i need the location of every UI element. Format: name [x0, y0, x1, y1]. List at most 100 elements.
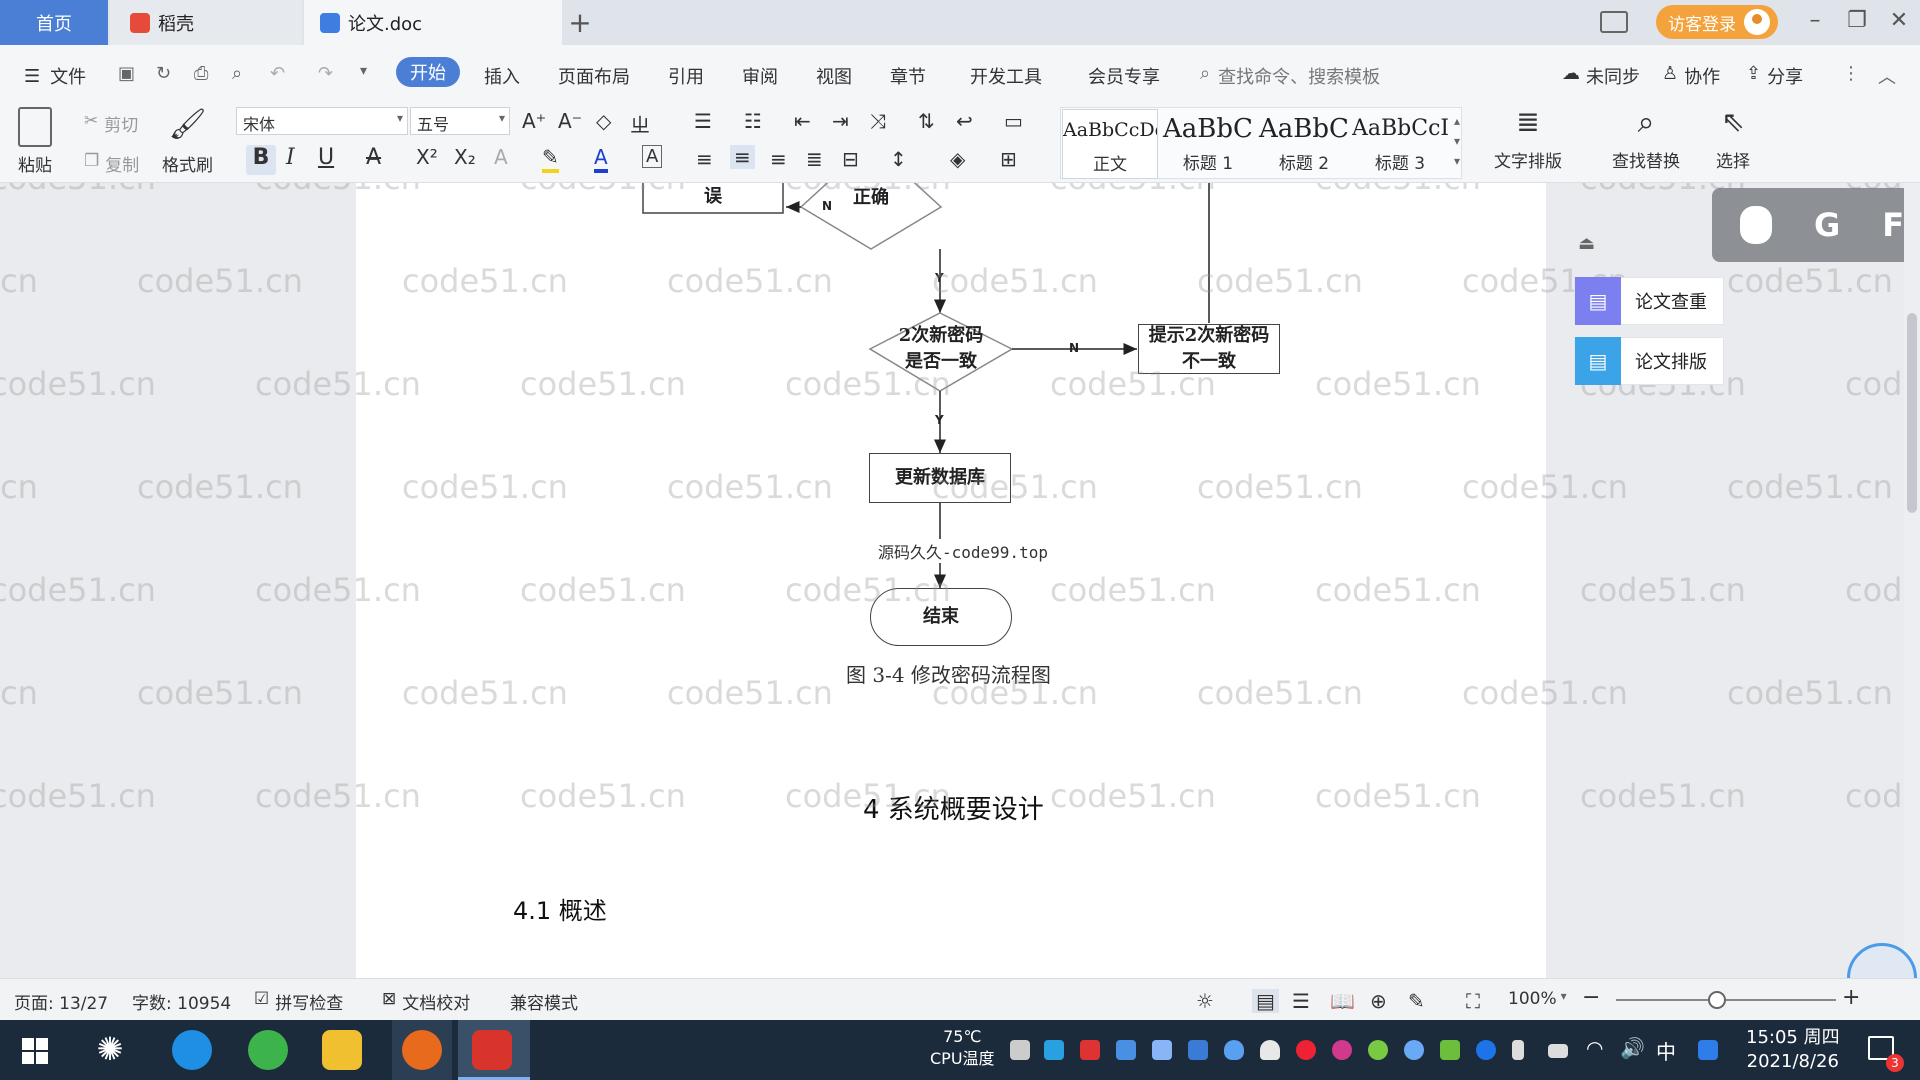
app4-tray-icon[interactable]	[1404, 1040, 1424, 1060]
strikethrough-button[interactable]: A	[366, 145, 381, 170]
style-normal[interactable]: AaBbCcDd 正文	[1062, 109, 1158, 179]
overlay-controls[interactable]: G F	[1712, 188, 1920, 262]
decrease-indent-icon[interactable]: ⇤	[794, 109, 811, 133]
print-preview-icon[interactable]: ⌕	[232, 63, 242, 84]
find-replace-button[interactable]: ⌕ 查找替换	[1612, 105, 1680, 172]
zoom-slider-handle[interactable]	[1708, 991, 1726, 1009]
style-heading-1[interactable]: AaBbC 标题 1	[1160, 109, 1256, 179]
restore-icon[interactable]: ❐	[1842, 8, 1872, 33]
volume-tray-icon[interactable]: 🔊	[1620, 1036, 1645, 1060]
360-browser-icon[interactable]	[248, 1030, 288, 1070]
security-tray-icon[interactable]	[1224, 1040, 1244, 1060]
thesis-layout-button[interactable]: ▤ 论文排版	[1574, 337, 1724, 385]
font-name-select[interactable]: 宋体 ▾	[236, 107, 408, 135]
clock[interactable]: 15:05 周四 2021/8/26	[1746, 1026, 1840, 1074]
app3-tray-icon[interactable]	[1368, 1040, 1388, 1060]
line-spacing-icon[interactable]: ↕	[890, 147, 907, 171]
export-icon[interactable]: ↻	[156, 63, 171, 84]
tab-home[interactable]: 首页	[0, 0, 108, 45]
taskbar-wps-active[interactable]	[458, 1020, 530, 1080]
document-area[interactable]: 误 正确 N Y 2次新密码 是否一致 N 提示2次新密码 不一致 Y 更新数据…	[0, 183, 1920, 978]
bullet-list-icon[interactable]: ☰	[694, 109, 712, 133]
styles-scroll-icon[interactable]: ▴ ▾ ▾	[1454, 111, 1460, 171]
copy-button[interactable]: ❐ 复制	[84, 151, 139, 176]
wifi-tray-icon[interactable]: ◠	[1586, 1036, 1603, 1060]
minimize-icon[interactable]: –	[1800, 8, 1830, 33]
tab-daoke[interactable]: 稻壳	[110, 0, 302, 45]
align-center-icon[interactable]: ≡	[730, 145, 755, 169]
pinwheel-app-icon[interactable]: ✺	[90, 1030, 130, 1070]
vertical-scrollbar[interactable]	[1904, 183, 1920, 978]
guest-login-button[interactable]: 访客登录	[1656, 5, 1778, 39]
fit-page-icon[interactable]: ⛶	[1466, 989, 1480, 1013]
nvidia-tray-icon[interactable]	[1440, 1040, 1460, 1060]
file-explorer-icon[interactable]	[322, 1030, 362, 1070]
format-painter-button[interactable]: 🖌 格式刷	[162, 107, 213, 176]
redo-icon[interactable]: ↷	[318, 63, 333, 84]
shading-icon[interactable]: ◈	[950, 147, 965, 171]
qq-tray-icon[interactable]	[1296, 1040, 1316, 1060]
cpu-temp-widget[interactable]: 75℃ CPU温度	[930, 1026, 995, 1070]
highlight-icon[interactable]: ✎	[542, 145, 559, 173]
taskbar-slot-active[interactable]	[392, 1020, 452, 1080]
web-view-icon[interactable]: ⊕	[1370, 989, 1387, 1013]
menu-view[interactable]: 视图	[816, 63, 852, 89]
menu-references[interactable]: 引用	[668, 63, 704, 89]
eye-protect-icon[interactable]: ☼	[1196, 989, 1214, 1013]
outline-view-icon[interactable]: ☰	[1292, 989, 1310, 1013]
justify-icon[interactable]: ≣	[806, 147, 823, 171]
zoom-out-icon[interactable]: −	[1582, 985, 1600, 1010]
char-border-button[interactable]: A	[642, 145, 663, 168]
file-menu[interactable]: ☰ 文件	[24, 63, 86, 89]
cut-button[interactable]: ✂ 剪切	[84, 111, 138, 136]
zoom-select[interactable]: 100% ▾	[1508, 989, 1567, 1009]
window-layout-icon[interactable]	[1600, 11, 1628, 33]
clear-format-icon[interactable]: ◇	[596, 109, 611, 133]
scrollbar-thumb[interactable]	[1907, 313, 1917, 513]
text-layout-button[interactable]: ≣ 文字排版	[1494, 105, 1562, 172]
ime-indicator[interactable]: 中	[1656, 1036, 1676, 1065]
sync-tray-icon[interactable]	[1044, 1040, 1064, 1060]
menu-insert[interactable]: 插入	[484, 63, 520, 89]
menu-chapter[interactable]: 章节	[890, 63, 926, 89]
new-tab-button[interactable]: +	[565, 0, 595, 45]
thesis-check-button[interactable]: ▤ 论文查重	[1574, 277, 1724, 325]
windows-start-icon[interactable]	[22, 1038, 48, 1064]
bluetooth-tray-icon[interactable]	[1476, 1040, 1496, 1060]
increase-indent-icon[interactable]: ⇥	[832, 109, 849, 133]
font-size-select[interactable]: 五号 ▾	[410, 107, 510, 135]
save-icon[interactable]: ▣	[118, 63, 135, 84]
keyboard-tray-icon[interactable]	[1010, 1040, 1030, 1060]
menu-page-layout[interactable]: 页面布局	[558, 63, 630, 89]
share-button[interactable]: ⇪ 分享	[1746, 63, 1803, 89]
select-button[interactable]: ⇖ 选择	[1716, 105, 1750, 172]
word-count[interactable]: 字数: 10954	[132, 989, 231, 1014]
collaborate-button[interactable]: ♙ 协作	[1662, 63, 1720, 89]
app-tray-icon[interactable]	[1080, 1040, 1100, 1060]
italic-button[interactable]: I	[286, 145, 295, 170]
reading-view-icon[interactable]: 📖	[1330, 989, 1355, 1013]
quick-access-dropdown-icon[interactable]: ▾	[360, 63, 367, 79]
ie-browser-icon[interactable]	[172, 1030, 212, 1070]
sync-button[interactable]: ☁ 未同步	[1562, 63, 1640, 89]
bold-button[interactable]: B	[246, 145, 276, 175]
battery-tray-icon[interactable]	[1548, 1044, 1568, 1058]
usb-tray-icon[interactable]	[1152, 1040, 1172, 1060]
style-heading-2[interactable]: AaBbC 标题 2	[1256, 109, 1352, 179]
qq-input-tray-icon[interactable]	[1698, 1040, 1718, 1060]
sort-icon[interactable]: ⇅	[918, 109, 935, 133]
align-right-icon[interactable]: ≡	[770, 147, 787, 171]
zoom-in-icon[interactable]: +	[1842, 985, 1860, 1010]
bell-tray-icon[interactable]	[1260, 1040, 1280, 1060]
menu-start[interactable]: 开始	[396, 57, 460, 87]
page-counter[interactable]: 页面: 13/27	[14, 989, 108, 1014]
print-icon[interactable]: ⎙	[194, 63, 208, 84]
grow-font-icon[interactable]: A⁺	[522, 109, 546, 133]
numbered-list-icon[interactable]: ☷	[744, 109, 762, 133]
subscript-button[interactable]: X₂	[454, 145, 476, 169]
command-search[interactable]: ⌕ 查找命令、搜索模板	[1200, 63, 1380, 89]
pen-icon[interactable]: ✎	[1408, 989, 1425, 1013]
menu-member[interactable]: 会员专享	[1088, 63, 1160, 89]
superscript-button[interactable]: X²	[416, 145, 438, 169]
more-menu-icon[interactable]: ⋮	[1842, 63, 1860, 84]
